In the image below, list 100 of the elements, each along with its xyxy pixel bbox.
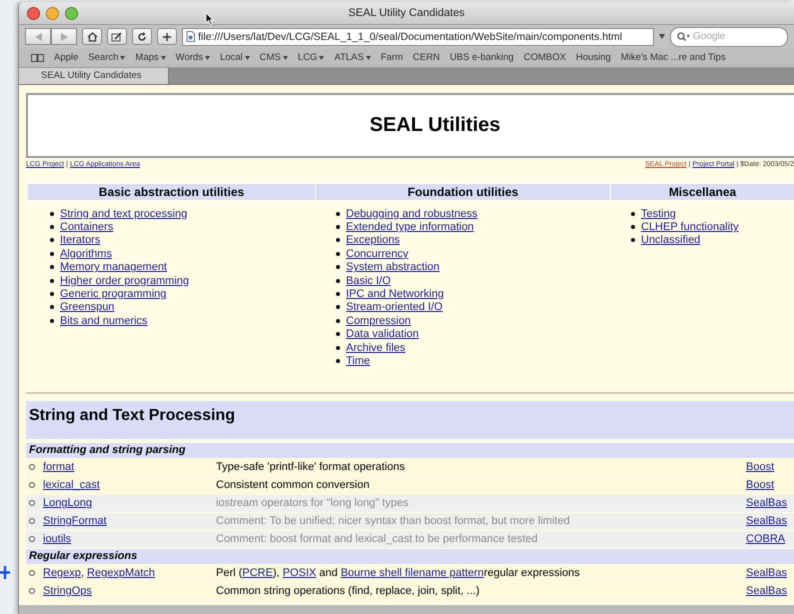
column-heading: Miscellanea [611,184,794,200]
caret-icon[interactable] [244,56,250,60]
bullet-icon [336,332,340,336]
category-link[interactable]: Data validation [346,328,419,340]
category-link[interactable]: Containers [60,221,114,234]
caret-icon[interactable] [204,56,210,60]
bookmark-menu[interactable]: Search [88,52,118,63]
bookmark-item[interactable]: Mike's Mac ...re and Tips [620,52,726,63]
circle-icon [29,536,35,542]
module-link[interactable]: ioutils [43,533,72,546]
address-field[interactable]: file:///Users/lat/Dev/LCG/SEAL_1_1_0/seal/Documentation/WebSite/main/components.html [182,28,654,46]
category-link[interactable]: Archive files [346,342,406,354]
bookmark-menu[interactable]: ATLAS [334,52,364,63]
bullet-icon [336,346,340,350]
bullet-icon [50,265,54,270]
column-heading: Foundation utilities [316,184,610,200]
bookmark-item[interactable]: CERN [412,52,440,63]
module-link[interactable]: StringOps [43,585,92,598]
zoom-button[interactable] [65,6,78,20]
module-link[interactable]: lexical_cast [43,479,100,492]
group-header: Regular expressions [26,548,794,564]
module-link[interactable]: LongLong [43,497,92,510]
group-header: Formatting and string parsing [26,442,794,458]
bookmark-menu[interactable]: CMS [260,52,281,63]
plus-icon [162,32,172,42]
module-link[interactable]: Regexp [43,567,81,580]
reload-button[interactable] [132,28,152,45]
back-arrow-icon [34,32,42,40]
bookmark-item[interactable]: Farm [380,52,403,63]
source-link[interactable]: COBRA [746,533,786,546]
circle-icon [29,518,35,524]
caret-icon[interactable] [319,56,324,60]
bookmark-item[interactable]: UBS e-banking [450,52,514,63]
bullet-icon [50,238,54,242]
category-link[interactable]: CLHEP functionality [641,221,739,234]
circle-icon [29,482,35,488]
tab[interactable]: SEAL Utility Candidates [19,68,169,84]
category-link[interactable]: IPC and Networking [346,288,444,300]
description-text: Comment: boost format and lexical_cast to be performance tested [216,533,538,546]
category-link[interactable]: Stream-oriented I/O [346,301,443,314]
caret-icon[interactable] [120,56,126,60]
category-link[interactable]: Time [346,354,370,367]
category-link[interactable]: Debugging and robustness [346,208,478,220]
caret-icon[interactable] [366,56,371,60]
edit-button[interactable] [107,28,127,45]
source-link[interactable]: Boost [746,461,774,474]
category-link[interactable]: Testing [641,208,676,220]
category-link[interactable]: Unclassified [641,234,700,246]
bullet-icon [336,305,340,310]
module-link[interactable]: PCRE [242,567,273,580]
category-link[interactable]: System abstraction [346,261,440,274]
bookmark-item[interactable]: Apple [54,52,78,63]
forward-button[interactable] [51,28,77,45]
bookmark-menu[interactable]: Local [220,52,243,63]
category-link[interactable]: Basic I/O [346,274,391,287]
source-link[interactable]: SealBas [746,497,787,510]
minimize-button[interactable] [46,6,59,20]
source-link[interactable]: SealBas [746,585,787,598]
category-link[interactable]: Algorithms [60,248,112,260]
module-link[interactable]: format [43,461,74,474]
source-link[interactable]: SealBas [746,515,787,528]
bullet-icon [336,318,340,323]
caret-icon[interactable] [282,56,288,60]
category-link[interactable]: Memory management [60,261,167,274]
close-button[interactable] [27,6,40,20]
category-link[interactable]: Compression [346,314,411,327]
home-button[interactable] [82,28,102,45]
caret-icon[interactable] [659,34,665,39]
add-bookmark-button[interactable] [157,28,177,45]
module-link[interactable]: POSIX [282,567,316,580]
bullet-icon [50,212,54,216]
category-link[interactable]: Extended type information [346,221,474,234]
circle-icon [29,570,35,576]
category-link[interactable]: Greenspun [60,301,114,314]
bullet-icon [50,292,54,296]
category-link[interactable]: String and text processing [60,208,188,220]
source-link[interactable]: SealBas [746,567,787,580]
category-link[interactable]: Higher order programming [60,274,189,287]
bookmark-menu[interactable]: Words [176,52,203,63]
category-link[interactable]: Generic programming [60,288,166,300]
bookmarks-icon[interactable] [31,53,44,62]
back-button[interactable] [25,28,51,45]
bookmark-menu[interactable]: LCG [298,52,318,63]
description-text: Consistent common conversion [216,479,370,492]
caret-icon[interactable] [160,56,166,60]
bookmark-item[interactable]: COMBOX [524,52,566,63]
description-text: Type-safe 'printf-like' format operations [216,461,405,474]
category-link[interactable]: Concurrency [346,248,408,260]
module-link[interactable]: Bourne shell filename pattern [340,567,484,580]
bookmark-menu[interactable]: Maps [135,52,159,63]
category-link[interactable]: Iterators [60,234,100,246]
page-title: SEAL Utilities [370,114,500,137]
description-text: iostream operators for "long long" types [216,497,408,510]
category-link[interactable]: Exceptions [346,234,400,246]
pointer-icon [205,12,214,25]
module-link[interactable]: RegexpMatch [87,567,155,580]
source-link[interactable]: Boost [746,479,774,492]
bookmark-item[interactable]: Housing [576,52,611,63]
module-link[interactable]: StringFormat [43,515,107,528]
category-link[interactable]: Bits and numerics [60,314,148,327]
